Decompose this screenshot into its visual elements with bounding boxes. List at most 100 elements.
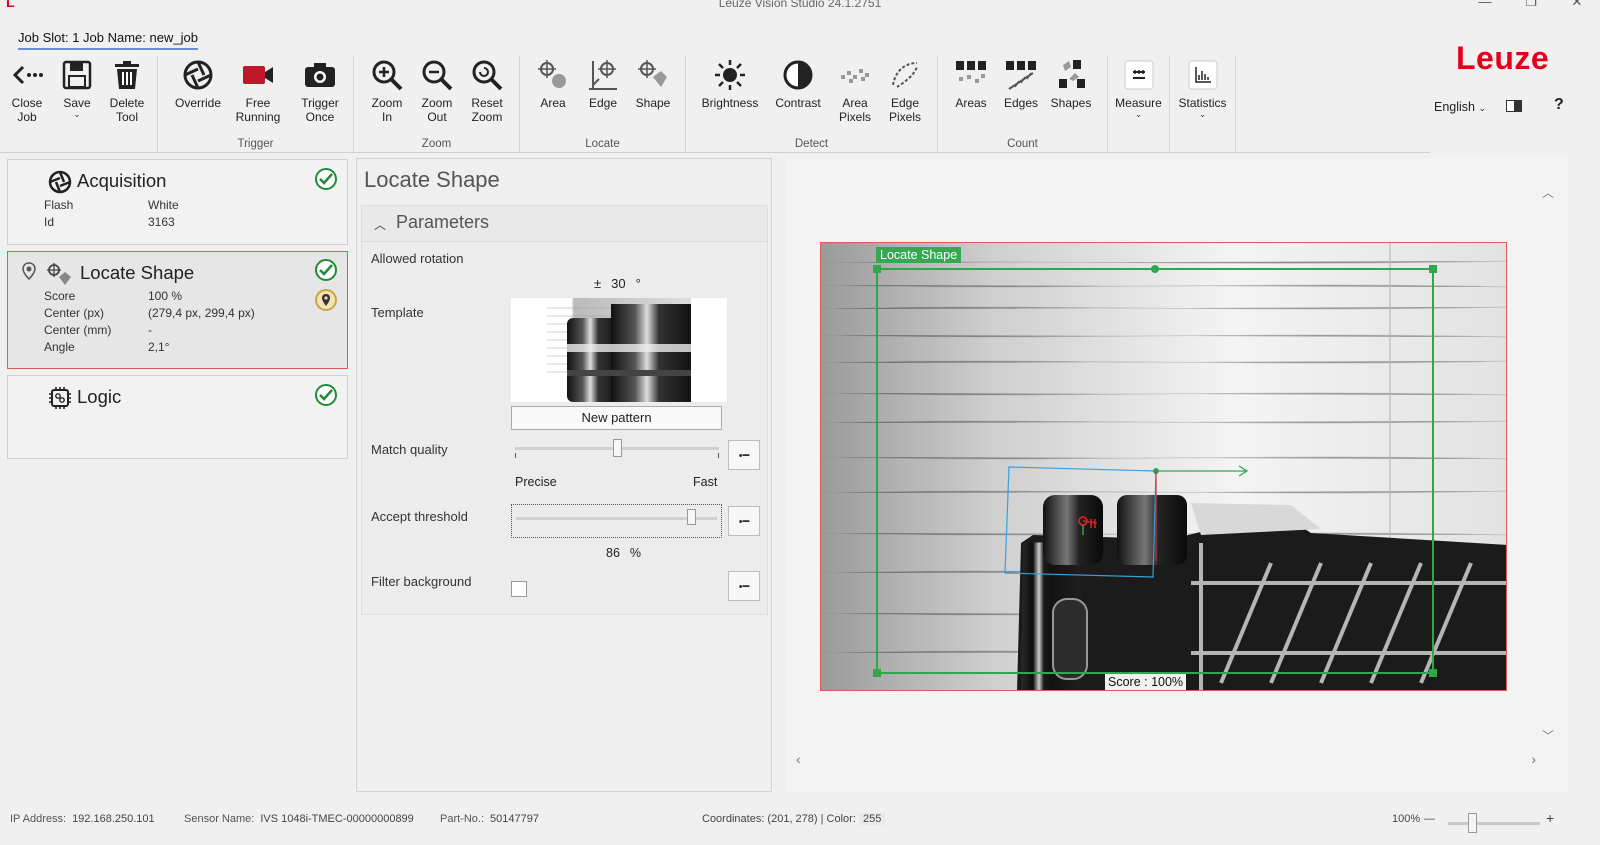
- close-job-button[interactable]: Close Job: [2, 56, 52, 152]
- link-icon: •━: [738, 580, 750, 593]
- zoom-percent: 100%: [1392, 813, 1421, 825]
- edge-pixels-icon: [892, 62, 918, 88]
- ribbon-group-statistics: Statistics ⌄: [1170, 56, 1236, 152]
- count-shapes-icon: [1059, 60, 1085, 88]
- locate-edge-icon: [589, 60, 617, 90]
- parameters-section: ︿ Parameters Allowed rotation ± 30 ° Tem…: [361, 205, 768, 615]
- tool-card-locate-shape[interactable]: Locate Shape Score 100 % Center (px) (279,…: [7, 251, 348, 369]
- chevron-down-icon: ⌄: [1478, 103, 1487, 113]
- tool-card-logic[interactable]: Logic: [7, 375, 348, 459]
- allowed-rotation-label: Allowed rotation: [371, 251, 464, 266]
- tool-title-locate-shape: Locate Shape: [80, 262, 195, 283]
- status-bar: IP Address: 192.168.250.101 Sensor Name: I…: [0, 805, 1600, 845]
- camera-image-canvas: [821, 243, 1506, 690]
- tick-mark: [515, 453, 516, 458]
- locate-shape-icon: [47, 263, 71, 285]
- match-quality-label: Match quality: [371, 442, 448, 457]
- roi-label[interactable]: Locate Shape: [876, 247, 962, 263]
- delete-icon: [115, 61, 139, 89]
- ribbon-group-count: Areas Edges Shapes Count: [938, 56, 1108, 152]
- tool-title-acquisition: Acquisition: [77, 170, 167, 191]
- allowed-rotation-value[interactable]: ± 30 °: [594, 276, 641, 291]
- window-controls: — ❐ ✕: [1462, 0, 1600, 10]
- ribbon-group-detect: Brightness Contrast Area Pixels Edge Pix…: [686, 56, 938, 152]
- zoom-slider-thumb[interactable]: [1468, 813, 1477, 833]
- parameters-header[interactable]: ︿ Parameters: [362, 206, 767, 242]
- delete-tool-button[interactable]: Delete Tool: [102, 56, 152, 152]
- vertical-scrollbar[interactable]: ︿ ﹀: [1538, 180, 1558, 750]
- editor-title: Locate Shape: [364, 167, 500, 192]
- template-image: [545, 298, 691, 402]
- statistics-button[interactable]: Statistics ⌄: [1172, 56, 1233, 152]
- scroll-up-icon[interactable]: ︿: [1542, 184, 1554, 201]
- tool-card-acquisition[interactable]: Acquisition Flash White Id 3163: [7, 159, 348, 245]
- link-parameter-button[interactable]: •━: [728, 506, 760, 536]
- override-icon: [183, 60, 213, 90]
- title-bar: L Leuze Vision Studio 24.1.2751 — ❐ ✕: [0, 0, 1600, 12]
- save-button[interactable]: Save ⌄: [52, 56, 102, 152]
- measure-icon: [1124, 60, 1153, 90]
- accept-threshold-value: 86 %: [606, 546, 642, 560]
- tool-editor-panel: Locate Shape ︿ Parameters Allowed rotati…: [356, 158, 772, 792]
- link-parameter-button[interactable]: •━: [728, 571, 760, 601]
- kv-row: Center (px) (279,4 px, 299,4 px): [44, 306, 255, 320]
- tick-mark: [718, 453, 719, 458]
- kv-row: Score 100 %: [44, 289, 183, 303]
- close-job-icon: [12, 65, 43, 85]
- close-window-icon[interactable]: ✕: [1554, 0, 1600, 10]
- accept-threshold-slider[interactable]: [511, 504, 722, 538]
- logic-chip-icon: [49, 387, 71, 409]
- filter-background-checkbox[interactable]: [511, 581, 527, 597]
- ribbon-group-trigger: Override Free Running Trigger Once Trigg…: [158, 56, 354, 152]
- link-icon: •━: [738, 515, 750, 528]
- trigger-camera-icon: [305, 63, 335, 87]
- area-pixels-icon: [841, 69, 869, 83]
- status-ok-icon: [315, 384, 337, 406]
- scroll-left-icon[interactable]: ‹: [796, 751, 801, 767]
- measure-button[interactable]: Measure ⌄: [1110, 56, 1167, 152]
- panel-toggle-icon[interactable]: [1506, 100, 1522, 112]
- zoom-slider[interactable]: [1448, 822, 1540, 825]
- score-label: Score : 100%: [1105, 674, 1187, 690]
- link-parameter-button[interactable]: •━: [728, 440, 760, 470]
- camera-image[interactable]: Locate Shape Score : 100%: [820, 242, 1507, 691]
- restore-icon[interactable]: ❐: [1508, 0, 1554, 10]
- zoom-out-icon: [422, 60, 453, 91]
- chevron-up-icon: ︿: [374, 218, 387, 232]
- count-areas-icon: [956, 61, 986, 83]
- kv-row: Id 3163: [44, 215, 175, 229]
- new-pattern-button[interactable]: New pattern: [511, 406, 722, 430]
- statistics-icon: [1188, 60, 1217, 90]
- image-viewer[interactable]: Locate Shape Score : 100% ︿ ﹀ ‹ ›: [786, 158, 1568, 792]
- tool-title-logic: Logic: [77, 386, 122, 407]
- zoom-in-plus[interactable]: +: [1546, 810, 1554, 826]
- ribbon-toolbar: Close Job Save ⌄ Delete Tool Override Fr…: [0, 56, 1236, 152]
- match-quality-slider[interactable]: [511, 438, 723, 462]
- template-label: Template: [371, 305, 424, 320]
- camera-icon: [243, 66, 273, 84]
- match-quality-min-label: Precise: [515, 475, 557, 489]
- pin-icon: [22, 262, 36, 280]
- kv-row: Center (mm) -: [44, 323, 152, 337]
- ribbon-group-zoom: Zoom In Zoom Out Reset Zoom Zoom: [354, 56, 520, 152]
- zoom-out-minus[interactable]: —: [1424, 813, 1435, 825]
- ribbon-group-measure: Measure ⌄: [1108, 56, 1170, 152]
- accept-threshold-thumb[interactable]: [686, 509, 696, 525]
- match-quality-thumb[interactable]: [613, 439, 622, 457]
- job-slot-label: Job Slot: 1 Job Name: new_job: [18, 30, 198, 50]
- location-marker-icon[interactable]: [315, 289, 337, 311]
- ribbon-group-job: Close Job Save ⌄ Delete Tool: [0, 56, 158, 152]
- filter-background-label: Filter background: [371, 574, 472, 589]
- zoom-reset-icon: [472, 60, 503, 91]
- scroll-right-icon[interactable]: ›: [1531, 751, 1536, 767]
- status-coordinates: Coordinates: (201, 278) | Color: 255: [702, 813, 886, 825]
- help-button[interactable]: ?: [1554, 96, 1564, 114]
- language-selector[interactable]: English ⌄: [1434, 100, 1486, 114]
- count-edges-icon: [1006, 61, 1036, 90]
- scroll-down-icon[interactable]: ﹀: [1542, 727, 1554, 744]
- minimize-icon[interactable]: —: [1462, 0, 1508, 10]
- chevron-down-icon: ⌄: [73, 109, 81, 119]
- status-part: Part-No.: 50147797: [440, 813, 539, 825]
- horizontal-scrollbar[interactable]: ‹ ›: [792, 750, 1540, 770]
- acquisition-icon: [48, 170, 72, 194]
